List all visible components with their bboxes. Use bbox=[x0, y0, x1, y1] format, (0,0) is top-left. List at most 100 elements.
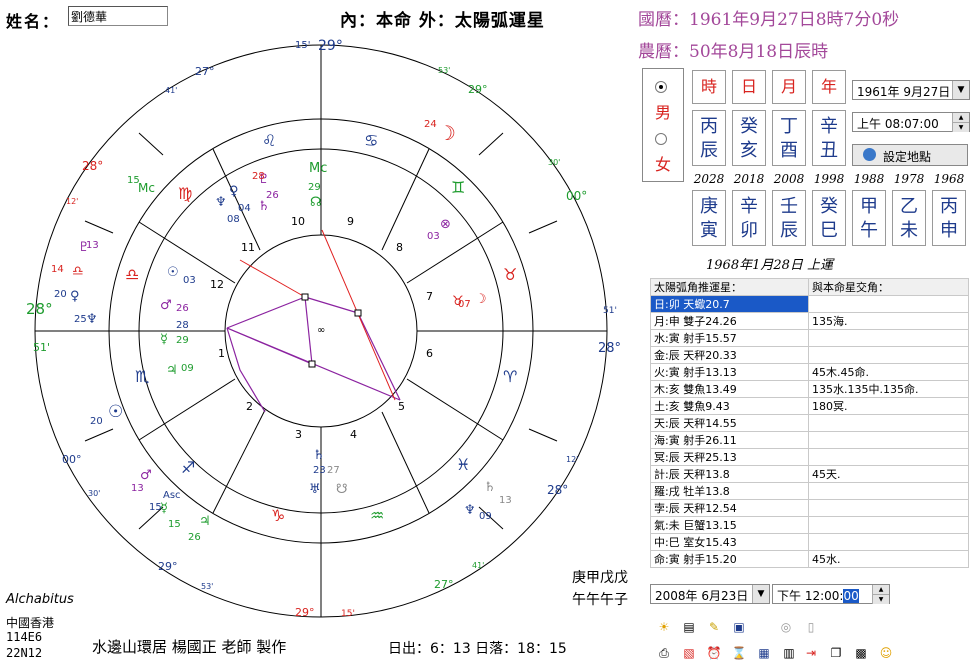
luck-pillar-6[interactable]: 乙未 bbox=[892, 190, 926, 246]
svg-text:08: 08 bbox=[227, 214, 240, 225]
pillar-header-hour: 時 bbox=[692, 70, 726, 104]
table-row[interactable]: 水:寅 射手15.57 bbox=[650, 329, 969, 347]
aspect-header-natal: 與本命星交角： bbox=[808, 278, 969, 296]
svg-text:20: 20 bbox=[54, 289, 67, 300]
luck-pillar-1[interactable]: 庚寅 bbox=[692, 190, 726, 246]
table-row[interactable]: 木:亥 雙魚13.49 135水.135中.135命. bbox=[650, 380, 969, 398]
table-row[interactable]: 天:辰 天秤14.55 bbox=[650, 414, 969, 432]
progress-time-spinner[interactable]: 下午 12:00:00 ▲ ▼ bbox=[772, 584, 890, 604]
pillar-hour-branch: 辰 bbox=[700, 140, 718, 161]
pillar-day: 癸 亥 bbox=[732, 110, 766, 166]
libra-icon: ♎ bbox=[125, 265, 139, 284]
table-row[interactable]: 土:亥 雙魚9.43 180冥. bbox=[650, 397, 969, 415]
natal-aspect-cell bbox=[808, 346, 969, 364]
bazi-line-1: 庚甲戊戊 bbox=[572, 570, 628, 586]
spin-down-icon[interactable]: ▼ bbox=[872, 594, 889, 604]
svg-text:13: 13 bbox=[131, 483, 144, 494]
print-icon[interactable]: ⎙ bbox=[655, 644, 673, 662]
table-row[interactable]: 孛:辰 天秤12.54 bbox=[650, 499, 969, 517]
table-row[interactable]: 中:巳 室女15.43 bbox=[650, 533, 969, 551]
calculator-icon[interactable]: ▥ bbox=[780, 644, 798, 662]
luck-pillar-3[interactable]: 壬辰 bbox=[772, 190, 806, 246]
aspect-header-progressed: 太陽弧角推運星： bbox=[650, 278, 809, 296]
luck-pillar-2[interactable]: 辛卯 bbox=[732, 190, 766, 246]
luck-stem-7: 丙 bbox=[940, 196, 958, 217]
progressed-planet-cell: 中:巳 室女15.43 bbox=[650, 533, 809, 551]
alarm-icon[interactable]: ⏰ bbox=[705, 644, 723, 662]
progressed-planet-cell: 氣:未 巨蟹13.15 bbox=[650, 516, 809, 534]
spin-up-icon[interactable]: ▲ bbox=[952, 113, 969, 122]
luck-stem-6: 乙 bbox=[900, 196, 918, 217]
cusp-11-deg: 27° bbox=[195, 65, 215, 78]
copy-icon[interactable]: ❐ bbox=[827, 644, 845, 662]
mars-outer-icon: ♂ bbox=[140, 468, 152, 483]
hourglass-icon[interactable]: ⌛ bbox=[730, 644, 748, 662]
print-preview-icon[interactable]: ▩ bbox=[852, 644, 870, 662]
progressed-planet-cell: 土:亥 雙魚9.43 bbox=[650, 397, 809, 415]
svg-text:15: 15 bbox=[149, 502, 162, 513]
natal-aspect-cell bbox=[808, 295, 969, 313]
luck-year-5: 1988 bbox=[853, 172, 885, 186]
svg-text:04: 04 bbox=[238, 203, 251, 214]
spin-up-icon[interactable]: ▲ bbox=[872, 585, 889, 594]
table-row[interactable]: 氣:未 巨蟹13.15 bbox=[650, 516, 969, 534]
table-row[interactable]: 火:寅 射手13.13 45木.45命. bbox=[650, 363, 969, 381]
pillar-header-day: 日 bbox=[732, 70, 766, 104]
bazi-line-2: 午午午子 bbox=[572, 592, 628, 608]
luck-branch-6: 未 bbox=[900, 220, 918, 241]
svg-text:20: 20 bbox=[90, 416, 103, 427]
table-row[interactable]: 海:寅 射手26.11 bbox=[650, 431, 969, 449]
pillar-month-stem: 丁 bbox=[780, 116, 798, 137]
desc-deg-label: 28° bbox=[598, 341, 621, 356]
luck-pillar-5[interactable]: 甲午 bbox=[852, 190, 886, 246]
luck-branch-3: 辰 bbox=[780, 220, 798, 241]
calendar-icon[interactable]: ▦ bbox=[755, 644, 773, 662]
progress-date-select[interactable]: 2008年 6月23日 ▼ bbox=[650, 584, 770, 604]
svg-text:03: 03 bbox=[183, 275, 196, 286]
natal-aspect-cell: 45木.45命. bbox=[808, 363, 969, 381]
table-row[interactable]: 計:辰 天秤13.8 45天. bbox=[650, 465, 969, 483]
luck-start-note: 1968年1月28日 上運 bbox=[706, 258, 834, 273]
export-icon[interactable]: ⇥ bbox=[802, 644, 820, 662]
progress-time-selected[interactable]: 00 bbox=[843, 589, 859, 603]
spin-down-icon[interactable]: ▼ bbox=[952, 122, 969, 132]
natal-aspect-cell bbox=[808, 448, 969, 466]
chevron-down-icon[interactable]: ▼ bbox=[952, 81, 969, 99]
luck-branch-7: 申 bbox=[940, 220, 958, 241]
window-icon[interactable]: ▣ bbox=[730, 618, 748, 636]
table-row[interactable]: 羅:戌 牡羊13.8 bbox=[650, 482, 969, 500]
female-radio[interactable] bbox=[655, 133, 667, 145]
table-row[interactable]: 日:卯 天蠍20.7 bbox=[650, 295, 969, 313]
luck-pillar-4[interactable]: 癸巳 bbox=[812, 190, 846, 246]
progressed-planet-cell: 日:卯 天蠍20.7 bbox=[650, 295, 809, 313]
birth-date-select[interactable]: 1961年 9月27日 ▼ bbox=[852, 80, 970, 100]
table-row[interactable]: 月:申 雙子24.26 135海. bbox=[650, 312, 969, 330]
luck-year-7: 1968 bbox=[933, 172, 965, 186]
chevron-down-icon[interactable]: ▼ bbox=[752, 585, 769, 603]
house-9: 9 bbox=[347, 215, 354, 228]
birth-time-spinner[interactable]: 上午 08:07:00 ▲ ▼ bbox=[852, 112, 970, 132]
cd-icon[interactable]: ◎ bbox=[777, 618, 795, 636]
page-icon[interactable]: ▤ bbox=[680, 618, 698, 636]
ic-min-label: 15' bbox=[341, 609, 355, 619]
sun-settings-icon[interactable]: ☀ bbox=[655, 618, 673, 636]
luck-year-1: 2028 bbox=[693, 172, 725, 186]
svg-text:24: 24 bbox=[424, 119, 437, 130]
luck-pillar-7[interactable]: 丙申 bbox=[932, 190, 966, 246]
document-icon[interactable]: ▯ bbox=[802, 618, 820, 636]
name-input[interactable]: 劉德華 bbox=[68, 6, 168, 26]
save-icon[interactable]: ▧ bbox=[680, 644, 698, 662]
male-radio[interactable] bbox=[655, 81, 667, 93]
svg-text:29: 29 bbox=[176, 335, 189, 346]
progressed-planet-cell: 羅:戌 牡羊13.8 bbox=[650, 482, 809, 500]
table-row[interactable]: 金:辰 天秤20.33 bbox=[650, 346, 969, 364]
name-label: 姓名： bbox=[6, 12, 61, 31]
pencil-icon[interactable]: ✎ bbox=[705, 618, 723, 636]
natal-aspect-cell: 135水.135中.135命. bbox=[808, 380, 969, 398]
set-place-button[interactable]: 設定地點 bbox=[852, 144, 968, 166]
table-row[interactable]: 命:寅 射手15.20 45水. bbox=[650, 550, 969, 568]
pillar-day-branch: 亥 bbox=[740, 140, 758, 161]
progressed-planet-cell: 火:寅 射手13.13 bbox=[650, 363, 809, 381]
table-row[interactable]: 冥:辰 天秤25.13 bbox=[650, 448, 969, 466]
help-icon[interactable]: ☺ bbox=[877, 644, 895, 662]
